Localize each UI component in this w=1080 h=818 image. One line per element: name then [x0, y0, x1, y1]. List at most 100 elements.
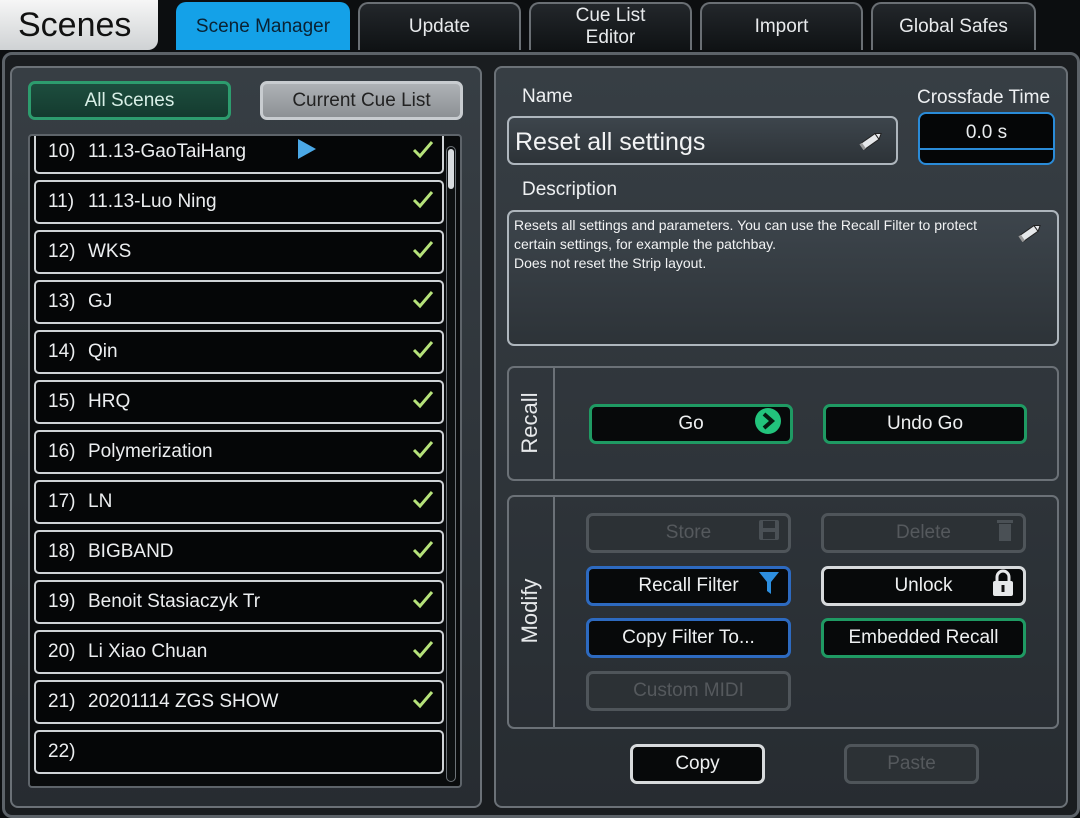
scene-row[interactable]: 13) GJ [34, 280, 444, 324]
check-icon [412, 589, 434, 615]
scene-name: HRQ [88, 391, 131, 412]
check-icon [412, 289, 434, 315]
unlock-button-label: Unlock [894, 575, 953, 596]
save-icon [758, 519, 780, 547]
scene-number: 16) [48, 441, 76, 462]
check-icon [412, 189, 434, 215]
crossfade-divider [918, 148, 1055, 150]
scene-number: 13) [48, 291, 76, 312]
crossfade-time-label: Crossfade Time [917, 87, 1051, 108]
copy-filter-to-button[interactable]: Copy Filter To... [586, 618, 791, 658]
go-button-label: Go [678, 413, 704, 434]
recall-section-label: Recall [517, 392, 542, 454]
unlock-button[interactable]: Unlock [821, 566, 1026, 606]
app-title: Scenes [0, 0, 158, 50]
filter-icon [758, 570, 780, 602]
scene-number: 22) [48, 741, 76, 762]
modify-divider [553, 497, 555, 727]
check-icon [412, 389, 434, 415]
check-icon [412, 439, 434, 465]
lock-icon [991, 569, 1015, 603]
description-line: Resets all settings and parameters. You … [514, 217, 978, 233]
current-cue-list-button[interactable]: Current Cue List [260, 81, 463, 120]
go-button[interactable]: Go [589, 404, 793, 444]
tab-global-safes[interactable]: Global Safes [871, 2, 1036, 50]
scene-number: 11) [48, 191, 75, 212]
check-icon [412, 139, 434, 165]
description-line: certain settings, for example the patchb… [514, 236, 776, 252]
recall-filter-button[interactable]: Recall Filter [586, 566, 791, 606]
scene-number: 21) [48, 691, 76, 712]
scene-name: GJ [88, 291, 113, 312]
scene-row[interactable]: 12) WKS [34, 230, 444, 274]
check-icon [412, 689, 434, 715]
description-field[interactable]: Resets all settings and parameters. You … [507, 210, 1059, 346]
store-button[interactable]: Store [586, 513, 791, 553]
check-icon [412, 539, 434, 565]
current-scene-play-icon [298, 139, 316, 165]
description-line: Does not reset the Strip layout. [514, 255, 707, 271]
name-label: Name [522, 86, 573, 107]
description-label: Description [522, 179, 618, 200]
scene-number: 15) [48, 391, 76, 412]
scrollbar-thumb[interactable] [448, 149, 454, 189]
copy-button[interactable]: Copy [630, 744, 765, 784]
tab-import[interactable]: Import [700, 2, 863, 50]
embedded-recall-button[interactable]: Embedded Recall [821, 618, 1026, 658]
scene-number: 12) [48, 241, 76, 262]
scene-row[interactable]: 18) BIGBAND [34, 530, 444, 574]
modify-section-label: Modify [517, 578, 542, 644]
scene-row[interactable]: 22) [34, 730, 444, 774]
scene-row[interactable]: 10) 11.13-GaoTaiHang [34, 136, 444, 174]
check-icon [412, 239, 434, 265]
scene-name: 11.13-Luo Ning [88, 191, 217, 212]
scene-row[interactable]: 19) Benoit Stasiaczyk Tr [34, 580, 444, 624]
scene-number: 14) [48, 341, 76, 362]
tab-cue-list-editor[interactable]: Cue List Editor [529, 2, 692, 50]
all-scenes-button[interactable]: All Scenes [28, 81, 231, 120]
custom-midi-button[interactable]: Custom MIDI [586, 671, 791, 711]
pencil-icon[interactable] [858, 130, 884, 155]
crossfade-time-value: 0.0 s [965, 122, 1008, 143]
scene-row[interactable]: 21) 20201114 ZGS SHOW [34, 680, 444, 724]
tab-scene-manager[interactable]: Scene Manager [176, 2, 350, 50]
scene-number: 17) [48, 491, 76, 512]
check-icon [412, 639, 434, 665]
scene-name: Polymerization [88, 441, 213, 462]
go-arrow-icon [754, 407, 782, 441]
scene-row[interactable]: 15) HRQ [34, 380, 444, 424]
store-button-label: Store [665, 522, 712, 543]
scene-name: Li Xiao Chuan [88, 641, 208, 662]
recall-filter-label: Recall Filter [638, 575, 739, 596]
check-icon [412, 489, 434, 515]
scene-list-scrollbar[interactable] [446, 146, 456, 782]
scene-number: 10) [48, 141, 76, 162]
scene-list[interactable]: 10) 11.13-GaoTaiHang 11) 11.13-Luo Ning … [28, 134, 462, 788]
scene-name: Benoit Stasiaczyk Tr [88, 591, 261, 612]
delete-button-label: Delete [896, 522, 951, 543]
scene-name: 11.13-GaoTaiHang [88, 141, 247, 162]
scene-number: 19) [48, 591, 76, 612]
scene-row[interactable]: 14) Qin [34, 330, 444, 374]
scene-row[interactable]: 16) Polymerization [34, 430, 444, 474]
scene-number: 20) [48, 641, 76, 662]
description-text: Resets all settings and parameters. You … [514, 216, 1021, 273]
scene-name: BIGBAND [88, 541, 174, 562]
scene-name: Qin [88, 341, 118, 362]
tab-update[interactable]: Update [358, 2, 521, 50]
scene-row[interactable]: 11) 11.13-Luo Ning [34, 180, 444, 224]
trash-icon [995, 518, 1015, 548]
scene-name: LN [88, 491, 113, 512]
pencil-icon[interactable] [1017, 222, 1043, 247]
crossfade-time-field[interactable]: 0.0 s [918, 112, 1055, 165]
delete-button[interactable]: Delete [821, 513, 1026, 553]
check-icon [412, 339, 434, 365]
recall-divider [553, 368, 555, 479]
scene-name-value: Reset all settings [515, 128, 706, 156]
paste-button[interactable]: Paste [844, 744, 979, 784]
scene-name: 20201114 ZGS SHOW [88, 691, 279, 712]
scene-row[interactable]: 20) Li Xiao Chuan [34, 630, 444, 674]
scene-row[interactable]: 17) LN [34, 480, 444, 524]
scene-name-field[interactable]: Reset all settings [507, 116, 898, 165]
undo-go-button[interactable]: Undo Go [823, 404, 1027, 444]
